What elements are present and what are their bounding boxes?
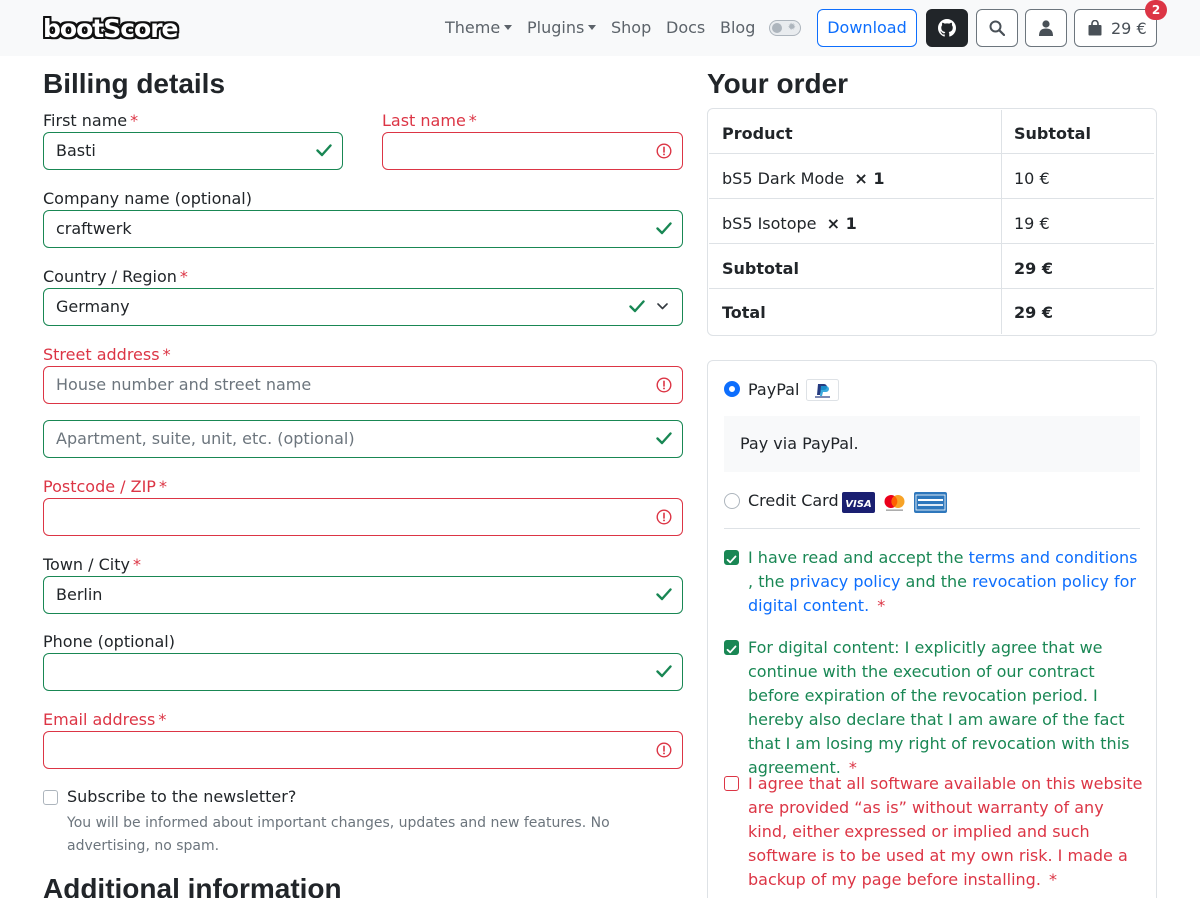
newsletter-label[interactable]: Subscribe to the newsletter? bbox=[67, 787, 296, 807]
github-icon bbox=[938, 19, 956, 37]
order-title: Your order bbox=[707, 68, 849, 99]
nav-plugins[interactable]: Plugins bbox=[527, 18, 597, 37]
first-name-label: First name * bbox=[43, 111, 139, 130]
postcode-label: Postcode / ZIP * bbox=[43, 477, 167, 496]
credit-card-label[interactable]: Credit Card bbox=[748, 491, 839, 511]
nav-theme[interactable]: Theme bbox=[445, 18, 513, 37]
chevron-down-icon bbox=[504, 25, 513, 30]
check-icon bbox=[656, 432, 672, 445]
order-header-row: Product Subtotal bbox=[709, 111, 1154, 154]
phone-label: Phone (optional) bbox=[43, 632, 175, 651]
country-select[interactable]: Germany bbox=[43, 288, 683, 326]
street-label: Street address * bbox=[43, 345, 171, 364]
navbar: bootScore Theme Plugins Shop Docs Blog ✹… bbox=[0, 0, 1200, 56]
credit-card-radio[interactable] bbox=[724, 493, 740, 509]
software-warranty-checkbox[interactable] bbox=[724, 776, 739, 791]
table-row: bS5 Isotope × 1 19 € bbox=[709, 201, 1154, 244]
product-price: 10 € bbox=[1014, 169, 1050, 188]
street-input[interactable]: House number and street name bbox=[43, 366, 683, 404]
company-input[interactable]: craftwerk bbox=[43, 210, 683, 248]
site-logo[interactable]: bootScore bbox=[43, 14, 178, 44]
github-button[interactable] bbox=[926, 9, 968, 47]
nav-docs[interactable]: Docs bbox=[666, 18, 705, 37]
street2-input[interactable]: Apartment, suite, unit, etc. (optional) bbox=[43, 420, 683, 458]
company-label: Company name (optional) bbox=[43, 189, 252, 208]
check-icon bbox=[656, 665, 672, 678]
email-label: Email address * bbox=[43, 710, 167, 729]
digital-content-checkbox[interactable] bbox=[724, 640, 739, 655]
cart-total: 29 € bbox=[1111, 18, 1147, 38]
software-warranty-consent-text: I agree that all software available on t… bbox=[748, 774, 1143, 889]
user-icon bbox=[1039, 20, 1053, 36]
nav-blog[interactable]: Blog bbox=[720, 18, 755, 37]
paypal-logo-icon bbox=[806, 379, 839, 401]
check-icon bbox=[316, 144, 332, 157]
chevron-down-icon bbox=[657, 303, 668, 310]
country-label: Country / Region * bbox=[43, 267, 188, 286]
check-icon bbox=[629, 300, 645, 313]
city-label: Town / City * bbox=[43, 555, 141, 574]
column-subtotal: Subtotal bbox=[1014, 124, 1091, 143]
error-icon bbox=[656, 377, 672, 393]
error-icon bbox=[656, 143, 672, 159]
email-input[interactable] bbox=[43, 731, 683, 769]
error-icon bbox=[656, 509, 672, 525]
check-icon bbox=[726, 645, 737, 654]
paypal-description: Pay via PayPal. bbox=[724, 416, 1140, 472]
cart-count-badge: 2 bbox=[1145, 0, 1167, 20]
shopping-bag-icon bbox=[1088, 20, 1102, 36]
first-name-input[interactable]: Basti bbox=[43, 132, 343, 170]
account-button[interactable] bbox=[1025, 9, 1067, 47]
cart-button[interactable]: 29 € bbox=[1074, 9, 1157, 47]
search-icon bbox=[989, 20, 1005, 36]
error-icon bbox=[656, 742, 672, 758]
check-icon bbox=[656, 222, 672, 235]
product-name: bS5 Isotope × 1 bbox=[722, 214, 857, 233]
table-row: bS5 Dark Mode × 1 10 € bbox=[709, 156, 1154, 199]
svg-text:VISA: VISA bbox=[845, 499, 871, 510]
search-button[interactable] bbox=[976, 9, 1018, 47]
last-name-label: Last name * bbox=[382, 111, 477, 130]
terms-checkbox[interactable] bbox=[724, 550, 739, 565]
digital-content-consent-text: For digital content: I explicitly agree … bbox=[748, 638, 1130, 777]
paypal-label[interactable]: PayPal bbox=[748, 380, 799, 400]
visa-icon: VISA bbox=[842, 492, 875, 513]
terms-link[interactable]: terms and conditions bbox=[969, 548, 1138, 567]
check-icon bbox=[726, 555, 737, 564]
phone-input[interactable] bbox=[43, 653, 683, 691]
city-input[interactable]: Berlin bbox=[43, 576, 683, 614]
subtotal-row: Subtotal 29 € bbox=[709, 246, 1154, 289]
dark-mode-toggle[interactable]: ✹ bbox=[769, 20, 801, 36]
download-button[interactable]: Download bbox=[817, 9, 917, 47]
newsletter-checkbox[interactable] bbox=[43, 790, 58, 805]
product-price: 19 € bbox=[1014, 214, 1050, 233]
product-name: bS5 Dark Mode × 1 bbox=[722, 169, 885, 188]
privacy-policy-link[interactable]: privacy policy bbox=[790, 572, 901, 591]
billing-title: Billing details bbox=[43, 68, 226, 99]
mastercard-icon bbox=[880, 492, 909, 513]
sun-icon: ✹ bbox=[787, 22, 796, 33]
postcode-input[interactable] bbox=[43, 498, 683, 536]
last-name-input[interactable] bbox=[382, 132, 683, 170]
chevron-down-icon bbox=[588, 25, 597, 30]
total-row: Total 29 € bbox=[722, 303, 1053, 322]
additional-info-title: Additional information bbox=[43, 873, 342, 898]
amex-icon bbox=[914, 492, 947, 513]
check-icon bbox=[656, 588, 672, 601]
column-product: Product bbox=[722, 124, 793, 143]
paypal-radio[interactable] bbox=[724, 381, 740, 397]
terms-consent-text: I have read and accept the terms and con… bbox=[748, 548, 1138, 615]
nav-shop[interactable]: Shop bbox=[611, 18, 651, 37]
newsletter-help-text: You will be informed about important cha… bbox=[67, 815, 610, 854]
